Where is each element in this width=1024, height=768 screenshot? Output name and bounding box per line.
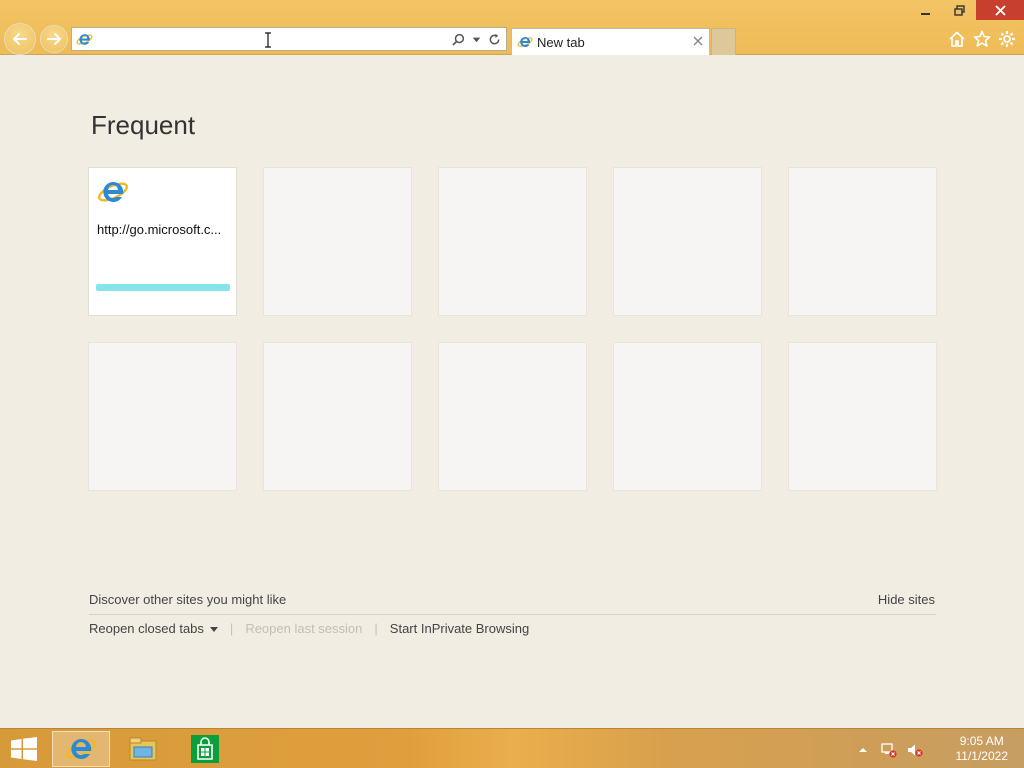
separator: | [374, 621, 378, 636]
page-actions: Reopen closed tabs | Reopen last session… [89, 621, 529, 636]
minimize-icon [920, 12, 930, 15]
favorites-icon [973, 30, 990, 47]
page-title: Frequent [91, 110, 196, 140]
tile-url: http://go.microsoft.c... [97, 222, 222, 237]
empty-tile [438, 342, 587, 491]
divider [89, 614, 936, 615]
windows-start-icon[interactable] [10, 737, 38, 761]
separator: | [229, 621, 234, 636]
frequent-tile[interactable]: http://go.microsoft.c... [88, 167, 237, 316]
ie-icon [76, 34, 93, 45]
dropdown-icon [472, 37, 480, 42]
forward-button[interactable] [40, 25, 68, 53]
reopen-closed-tabs-link[interactable]: Reopen closed tabs [89, 621, 218, 636]
ie-icon [65, 738, 97, 759]
ie-icon [97, 181, 129, 202]
search-button[interactable] [450, 31, 466, 47]
store-icon [191, 735, 219, 763]
tile-frequency-bar [96, 284, 230, 291]
restore-button[interactable] [942, 0, 976, 20]
home-button[interactable] [947, 29, 966, 48]
empty-tile [788, 342, 937, 491]
close-window-button[interactable] [976, 0, 1024, 20]
empty-tile [613, 167, 762, 316]
close-tab-icon[interactable] [692, 35, 704, 47]
taskbar-file-explorer[interactable] [114, 731, 172, 767]
address-tools [450, 31, 502, 47]
empty-tile [263, 342, 412, 491]
discover-sites-link[interactable]: Discover other sites you might like [89, 592, 286, 607]
minimize-button[interactable] [908, 0, 942, 20]
back-button[interactable] [4, 23, 36, 55]
network-icon [881, 743, 897, 758]
close-icon [994, 4, 1006, 16]
taskbar-store[interactable] [176, 731, 234, 767]
text-cursor-icon [265, 32, 271, 48]
empty-tile [788, 167, 937, 316]
empty-tile [613, 342, 762, 491]
network-button[interactable] [880, 741, 898, 759]
address-dropdown-button[interactable] [468, 31, 484, 47]
favorites-button[interactable] [972, 29, 991, 48]
volume-muted-icon [908, 744, 923, 757]
restore-icon [953, 4, 965, 16]
window-controls [908, 0, 1024, 20]
reopen-closed-tabs-label: Reopen closed tabs [89, 621, 204, 636]
clock-date: 11/1/2022 [955, 749, 1009, 763]
new-tab-page: Frequent http://go.microsoft.c... Discov… [0, 56, 1024, 728]
refresh-button[interactable] [486, 31, 502, 47]
clock-time: 9:05 AM [959, 734, 1004, 748]
new-tab-button[interactable] [711, 28, 736, 55]
tray-up-icon [859, 748, 867, 752]
reopen-last-session-link: Reopen last session [245, 621, 363, 636]
browser-toolbar: New tab [0, 0, 1024, 55]
refresh-icon [489, 33, 499, 44]
chevron-down-icon [209, 627, 218, 633]
start-inprivate-link[interactable]: Start InPrivate Browsing [390, 621, 529, 636]
address-input[interactable] [96, 30, 456, 48]
tab-new-tab[interactable]: New tab [511, 28, 710, 55]
tab-label: New tab [537, 35, 585, 50]
taskbar-internet-explorer[interactable] [52, 731, 110, 767]
taskbar-clock[interactable]: 9:05 AM 11/1/2022 [956, 734, 1009, 764]
show-hidden-icons-button[interactable] [854, 741, 872, 759]
home-icon [948, 31, 965, 47]
empty-tile [263, 167, 412, 316]
back-icon [13, 33, 27, 45]
command-icons [947, 29, 1016, 48]
hide-sites-link[interactable]: Hide sites [878, 592, 935, 607]
system-tray [854, 741, 924, 759]
empty-tile [438, 167, 587, 316]
tile-frequency-bar-fill [96, 284, 230, 291]
tools-icon [998, 30, 1015, 47]
forward-icon [47, 33, 61, 45]
empty-tile [88, 342, 237, 491]
volume-button[interactable] [906, 741, 924, 759]
tools-button[interactable] [997, 29, 1016, 48]
file-explorer-icon [129, 737, 157, 761]
taskbar: 9:05 AM 11/1/2022 [0, 728, 1024, 768]
ie-icon [517, 36, 533, 47]
address-bar[interactable] [71, 27, 507, 51]
search-icon [451, 33, 464, 46]
